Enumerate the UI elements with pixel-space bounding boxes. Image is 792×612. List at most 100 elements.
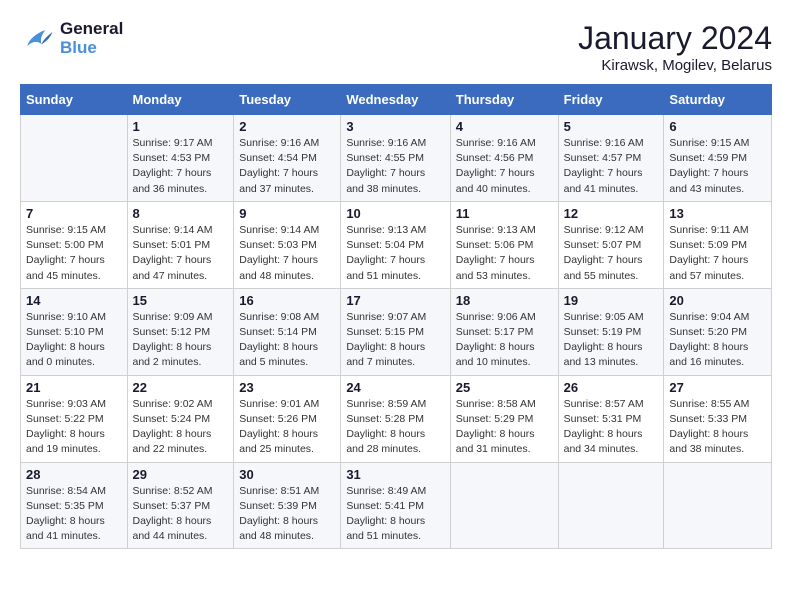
weekday-header: Saturday [664, 85, 772, 115]
day-info: Sunrise: 8:57 AM Sunset: 5:31 PM Dayligh… [564, 397, 659, 458]
weekday-header: Friday [558, 85, 664, 115]
calendar-cell: 4 Sunrise: 9:16 AM Sunset: 4:56 PM Daylig… [450, 115, 558, 202]
calendar-week-row: 7 Sunrise: 9:15 AM Sunset: 5:00 PM Daylig… [21, 201, 772, 288]
day-number: 15 [133, 293, 229, 308]
weekday-header: Tuesday [234, 85, 341, 115]
day-info: Sunrise: 8:54 AM Sunset: 5:35 PM Dayligh… [26, 484, 122, 545]
calendar-cell: 14 Sunrise: 9:10 AM Sunset: 5:10 PM Dayli… [21, 288, 128, 375]
logo-icon [20, 21, 56, 57]
day-number: 20 [669, 293, 766, 308]
calendar-cell: 8 Sunrise: 9:14 AM Sunset: 5:01 PM Daylig… [127, 201, 234, 288]
calendar-cell [21, 115, 128, 202]
calendar-cell: 15 Sunrise: 9:09 AM Sunset: 5:12 PM Dayli… [127, 288, 234, 375]
day-number: 12 [564, 206, 659, 221]
day-number: 1 [133, 119, 229, 134]
day-number: 21 [26, 380, 122, 395]
day-info: Sunrise: 9:12 AM Sunset: 5:07 PM Dayligh… [564, 223, 659, 284]
day-number: 31 [346, 467, 444, 482]
logo: General Blue [20, 20, 123, 57]
day-info: Sunrise: 9:05 AM Sunset: 5:19 PM Dayligh… [564, 310, 659, 371]
day-info: Sunrise: 9:01 AM Sunset: 5:26 PM Dayligh… [239, 397, 335, 458]
day-info: Sunrise: 9:02 AM Sunset: 5:24 PM Dayligh… [133, 397, 229, 458]
day-info: Sunrise: 9:14 AM Sunset: 5:01 PM Dayligh… [133, 223, 229, 284]
month-title: January 2024 [578, 20, 772, 57]
day-info: Sunrise: 8:55 AM Sunset: 5:33 PM Dayligh… [669, 397, 766, 458]
day-number: 27 [669, 380, 766, 395]
day-info: Sunrise: 9:07 AM Sunset: 5:15 PM Dayligh… [346, 310, 444, 371]
calendar-cell: 31 Sunrise: 8:49 AM Sunset: 5:41 PM Dayli… [341, 462, 450, 549]
calendar-cell: 28Sunrise: 8:54 AM Sunset: 5:35 PM Dayli… [21, 462, 128, 549]
day-info: Sunrise: 9:10 AM Sunset: 5:10 PM Dayligh… [26, 310, 122, 371]
day-number: 18 [456, 293, 553, 308]
day-info: Sunrise: 9:16 AM Sunset: 4:54 PM Dayligh… [239, 136, 335, 197]
day-number: 7 [26, 206, 122, 221]
day-number: 23 [239, 380, 335, 395]
calendar-cell: 7 Sunrise: 9:15 AM Sunset: 5:00 PM Daylig… [21, 201, 128, 288]
weekday-header: Monday [127, 85, 234, 115]
day-number: 22 [133, 380, 229, 395]
day-info: Sunrise: 8:51 AM Sunset: 5:39 PM Dayligh… [239, 484, 335, 545]
day-info: Sunrise: 9:16 AM Sunset: 4:56 PM Dayligh… [456, 136, 553, 197]
calendar-cell: 1 Sunrise: 9:17 AM Sunset: 4:53 PM Daylig… [127, 115, 234, 202]
day-info: Sunrise: 9:17 AM Sunset: 4:53 PM Dayligh… [133, 136, 229, 197]
day-info: Sunrise: 9:16 AM Sunset: 4:55 PM Dayligh… [346, 136, 444, 197]
day-number: 16 [239, 293, 335, 308]
day-info: Sunrise: 9:13 AM Sunset: 5:04 PM Dayligh… [346, 223, 444, 284]
weekday-header: Sunday [21, 85, 128, 115]
calendar-header: SundayMondayTuesdayWednesdayThursdayFrid… [21, 85, 772, 115]
calendar-cell: 13 Sunrise: 9:11 AM Sunset: 5:09 PM Dayli… [664, 201, 772, 288]
calendar-cell: 24 Sunrise: 8:59 AM Sunset: 5:28 PM Dayli… [341, 375, 450, 462]
calendar-week-row: 28Sunrise: 8:54 AM Sunset: 5:35 PM Dayli… [21, 462, 772, 549]
calendar-cell: 23 Sunrise: 9:01 AM Sunset: 5:26 PM Dayli… [234, 375, 341, 462]
calendar-cell: 2 Sunrise: 9:16 AM Sunset: 4:54 PM Daylig… [234, 115, 341, 202]
weekday-header: Thursday [450, 85, 558, 115]
location: Kirawsk, Mogilev, Belarus [578, 57, 772, 74]
day-number: 19 [564, 293, 659, 308]
day-number: 8 [133, 206, 229, 221]
calendar-cell: 29 Sunrise: 8:52 AM Sunset: 5:37 PM Dayli… [127, 462, 234, 549]
calendar-cell: 19 Sunrise: 9:05 AM Sunset: 5:19 PM Dayli… [558, 288, 664, 375]
calendar-cell: 12 Sunrise: 9:12 AM Sunset: 5:07 PM Dayli… [558, 201, 664, 288]
page-header: General Blue January 2024 Kirawsk, Mogil… [20, 20, 772, 74]
calendar-table: SundayMondayTuesdayWednesdayThursdayFrid… [20, 84, 772, 549]
calendar-cell: 27 Sunrise: 8:55 AM Sunset: 5:33 PM Dayli… [664, 375, 772, 462]
day-number: 4 [456, 119, 553, 134]
calendar-week-row: 1 Sunrise: 9:17 AM Sunset: 4:53 PM Daylig… [21, 115, 772, 202]
day-number: 5 [564, 119, 659, 134]
day-info: Sunrise: 9:11 AM Sunset: 5:09 PM Dayligh… [669, 223, 766, 284]
calendar-cell: 26Sunrise: 8:57 AM Sunset: 5:31 PM Dayli… [558, 375, 664, 462]
day-number: 6 [669, 119, 766, 134]
calendar-cell: 22 Sunrise: 9:02 AM Sunset: 5:24 PM Dayli… [127, 375, 234, 462]
calendar-cell: 3 Sunrise: 9:16 AM Sunset: 4:55 PM Daylig… [341, 115, 450, 202]
day-info: Sunrise: 8:59 AM Sunset: 5:28 PM Dayligh… [346, 397, 444, 458]
day-info: Sunrise: 8:49 AM Sunset: 5:41 PM Dayligh… [346, 484, 444, 545]
calendar-cell: 11Sunrise: 9:13 AM Sunset: 5:06 PM Dayli… [450, 201, 558, 288]
day-info: Sunrise: 9:15 AM Sunset: 5:00 PM Dayligh… [26, 223, 122, 284]
calendar-cell [450, 462, 558, 549]
day-number: 14 [26, 293, 122, 308]
day-info: Sunrise: 9:04 AM Sunset: 5:20 PM Dayligh… [669, 310, 766, 371]
day-number: 11 [456, 206, 553, 221]
calendar-week-row: 14 Sunrise: 9:10 AM Sunset: 5:10 PM Dayli… [21, 288, 772, 375]
calendar-cell: 16 Sunrise: 9:08 AM Sunset: 5:14 PM Dayli… [234, 288, 341, 375]
day-number: 30 [239, 467, 335, 482]
day-info: Sunrise: 9:08 AM Sunset: 5:14 PM Dayligh… [239, 310, 335, 371]
logo-general: General [60, 20, 123, 39]
day-number: 29 [133, 467, 229, 482]
day-info: Sunrise: 9:06 AM Sunset: 5:17 PM Dayligh… [456, 310, 553, 371]
day-number: 2 [239, 119, 335, 134]
calendar-cell [558, 462, 664, 549]
calendar-cell [664, 462, 772, 549]
day-number: 24 [346, 380, 444, 395]
logo-text: General Blue [60, 20, 123, 57]
calendar-cell: 17Sunrise: 9:07 AM Sunset: 5:15 PM Dayli… [341, 288, 450, 375]
day-number: 10 [346, 206, 444, 221]
day-number: 3 [346, 119, 444, 134]
day-info: Sunrise: 9:09 AM Sunset: 5:12 PM Dayligh… [133, 310, 229, 371]
day-number: 13 [669, 206, 766, 221]
day-info: Sunrise: 9:16 AM Sunset: 4:57 PM Dayligh… [564, 136, 659, 197]
day-info: Sunrise: 8:52 AM Sunset: 5:37 PM Dayligh… [133, 484, 229, 545]
logo-blue: Blue [60, 39, 123, 58]
calendar-cell: 20 Sunrise: 9:04 AM Sunset: 5:20 PM Dayli… [664, 288, 772, 375]
calendar-cell: 9Sunrise: 9:14 AM Sunset: 5:03 PM Daylig… [234, 201, 341, 288]
